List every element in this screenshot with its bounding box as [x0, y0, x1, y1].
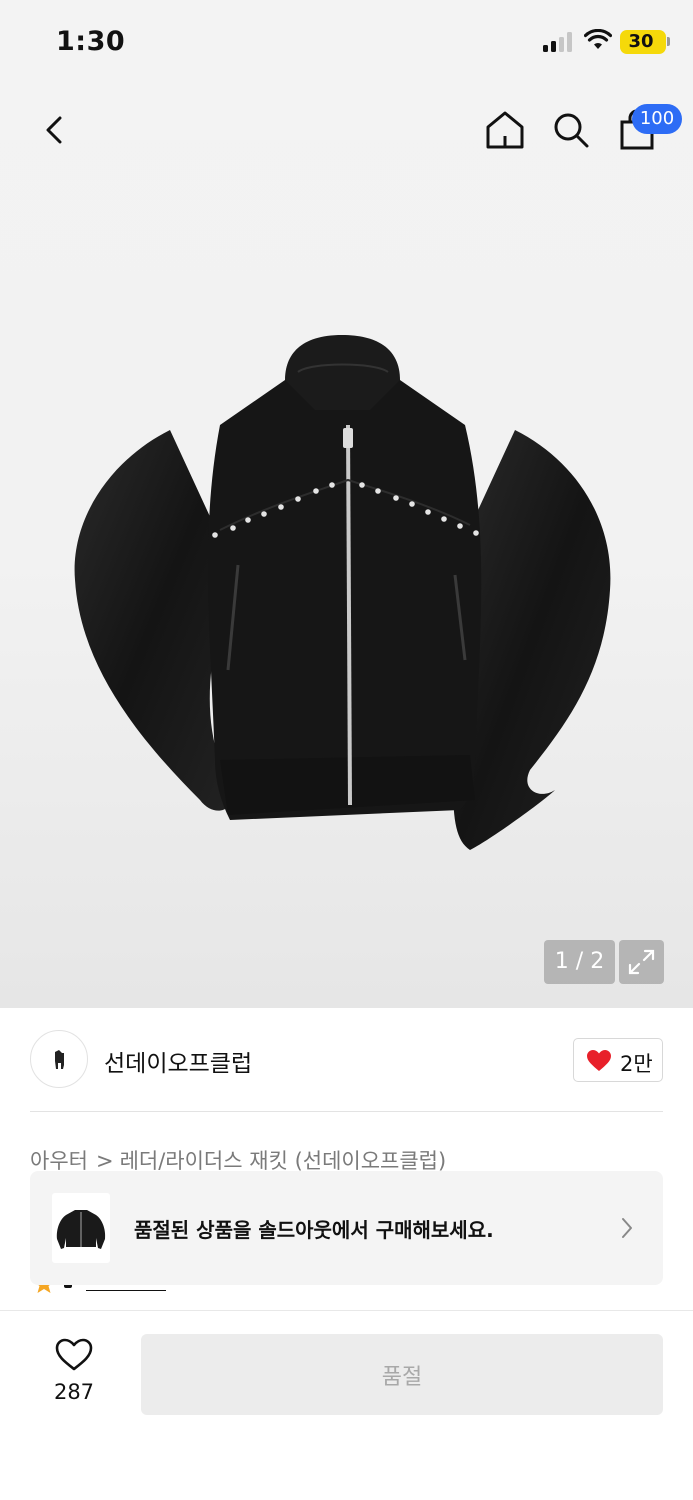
expand-icon — [628, 949, 655, 975]
signal-icon — [543, 32, 575, 52]
cart-count-badge[interactable]: 100 — [632, 104, 682, 134]
divider — [30, 1111, 663, 1112]
review-link-partial[interactable] — [86, 1290, 166, 1291]
brand-logo[interactable] — [30, 1030, 88, 1088]
battery-icon: 30 — [620, 30, 666, 54]
battery-nub — [667, 37, 670, 46]
search-icon[interactable] — [548, 106, 594, 154]
heart-filled-icon — [587, 1050, 611, 1071]
jacket-thumbnail-icon — [56, 1210, 106, 1249]
brand-like-count: 2만 — [620, 1052, 653, 1076]
back-icon[interactable] — [34, 106, 74, 154]
home-icon[interactable] — [482, 106, 528, 154]
status-time: 1:30 — [56, 26, 126, 57]
soldout-buy-button[interactable]: 품절 — [141, 1334, 663, 1415]
battery-level: 30 — [628, 31, 654, 52]
expand-image-button[interactable] — [619, 940, 664, 984]
heart-outline-icon — [55, 1338, 93, 1371]
top-nav — [0, 100, 693, 160]
dog-logo-icon — [55, 1050, 64, 1069]
soldout-message: 품절된 상품을 솔드아웃에서 구매해보세요. — [134, 1218, 494, 1242]
soldout-thumbnail — [52, 1193, 110, 1263]
brand-name[interactable]: 선데이오프클럽 — [104, 1044, 252, 1078]
chevron-right-icon — [622, 1218, 632, 1238]
status-bar: 1:30 30 — [0, 0, 693, 84]
wish-count: 287 — [53, 1380, 95, 1404]
breadcrumb-subcategory[interactable]: 레더/라이더스 재킷 (선데이오프클럽) — [120, 1149, 447, 1173]
wish-button[interactable]: 287 — [40, 1336, 108, 1416]
brand-row[interactable]: 선데이오프클럽 2만 — [0, 1008, 693, 1112]
breadcrumb-separator: > — [95, 1149, 114, 1173]
brand-like-button[interactable]: 2만 — [573, 1038, 663, 1082]
soldout-banner[interactable]: 품절된 상품을 솔드아웃에서 구매해보세요. — [30, 1171, 663, 1285]
breadcrumb-category[interactable]: 아우터 — [30, 1149, 88, 1173]
image-pager: 1 / 2 — [544, 940, 615, 984]
wifi-icon — [584, 29, 612, 49]
bottom-bar-divider — [0, 1310, 693, 1311]
product-image[interactable] — [70, 330, 615, 875]
